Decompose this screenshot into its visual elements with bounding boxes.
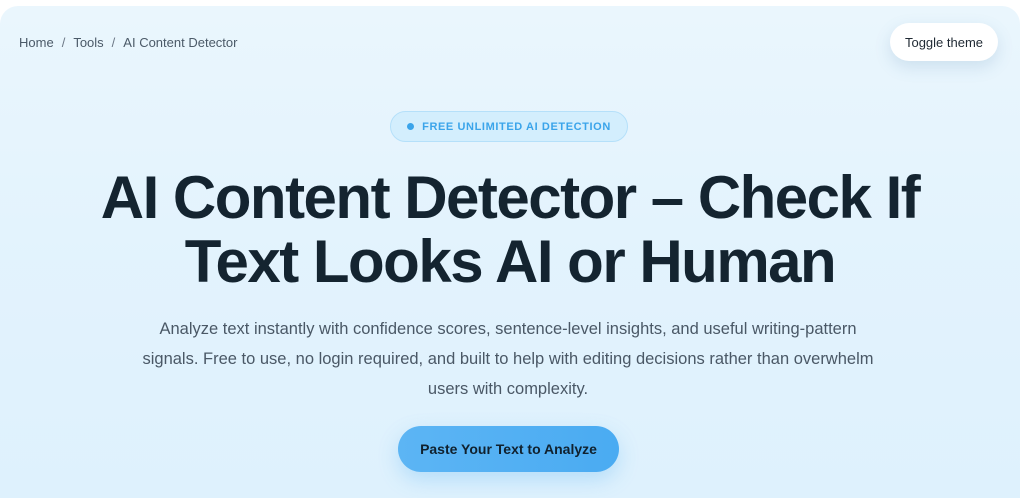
status-badge: FREE UNLIMITED AI DETECTION: [390, 111, 628, 142]
page-title: AI Content Detector – Check If Text Look…: [100, 164, 921, 295]
badge-label: FREE UNLIMITED AI DETECTION: [422, 120, 611, 133]
breadcrumb-current: AI Content Detector: [123, 35, 238, 50]
breadcrumb-home[interactable]: Home: [19, 35, 54, 50]
toggle-theme-button[interactable]: Toggle theme: [890, 23, 998, 61]
breadcrumb-separator: /: [61, 35, 66, 50]
page-subtitle: Analyze text instantly with confidence s…: [142, 320, 874, 398]
breadcrumb-separator: /: [111, 35, 116, 50]
breadcrumb: Home / Tools / AI Content Detector: [19, 35, 237, 50]
hero-section: Home / Tools / AI Content Detector Toggl…: [0, 6, 1020, 498]
paste-text-button[interactable]: Paste Your Text to Analyze: [398, 426, 619, 472]
dot-icon: [407, 123, 415, 130]
breadcrumb-tools[interactable]: Tools: [73, 35, 103, 50]
